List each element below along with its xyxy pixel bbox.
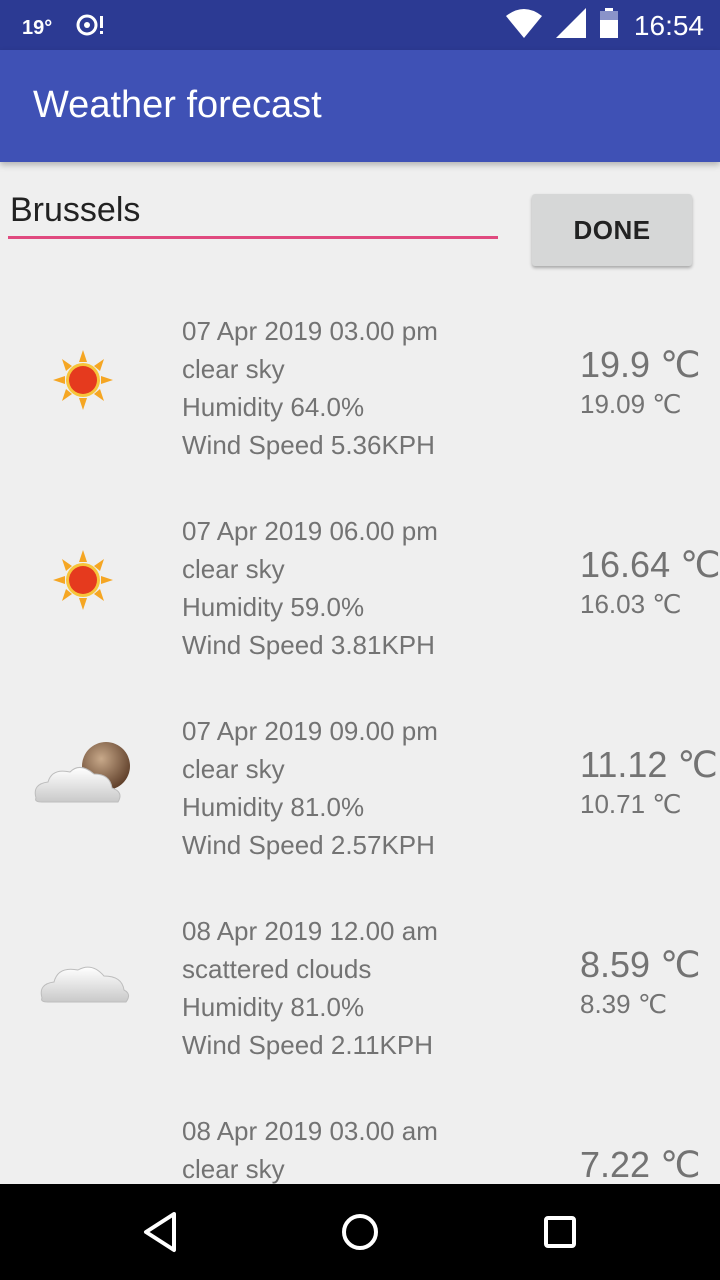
forecast-humidity: Humidity 64.0% <box>182 392 365 422</box>
forecast-description: clear sky <box>182 1154 285 1184</box>
forecast-details: 07 Apr 2019 09.00 pm clear sky Humidity … <box>182 712 438 864</box>
back-triangle-icon[interactable] <box>136 1208 184 1256</box>
forecast-description: scattered clouds <box>182 954 372 984</box>
forecast-datetime: 08 Apr 2019 03.00 am <box>182 1116 438 1146</box>
forecast-wind: Wind Speed 5.36KPH <box>182 430 435 460</box>
status-bar: 19° 16:54 <box>0 0 720 50</box>
recents-square-icon[interactable] <box>536 1208 584 1256</box>
wifi-icon <box>505 8 556 43</box>
forecast-temperature: 19.9 ℃ <box>580 344 701 385</box>
forecast-feels-like: 19.09 ℃ <box>580 389 682 419</box>
forecast-feels-like: 8.39 ℃ <box>580 989 668 1019</box>
app-bar: Weather forecast <box>0 50 720 162</box>
forecast-feels-like: 10.71 ℃ <box>580 789 682 819</box>
forecast-datetime: 07 Apr 2019 06.00 pm <box>182 516 438 546</box>
forecast-humidity: Humidity 81.0% <box>182 792 365 822</box>
clear-sky-day-icon <box>28 340 138 420</box>
forecast-item[interactable]: 07 Apr 2019 06.00 pm clear sky Humidity … <box>0 500 720 700</box>
forecast-temps: 7.22 ℃ <box>580 1142 701 1184</box>
forecast-humidity: Humidity 81.0% <box>182 992 365 1022</box>
forecast-datetime: 08 Apr 2019 12.00 am <box>182 916 438 946</box>
forecast-item[interactable]: 07 Apr 2019 03.00 pm clear sky Humidity … <box>0 300 720 500</box>
app-title: Weather forecast <box>33 84 322 126</box>
cell-signal-icon <box>555 8 600 43</box>
forecast-wind: Wind Speed 2.57KPH <box>182 830 435 860</box>
forecast-description: clear sky <box>182 754 285 784</box>
forecast-temperature: 16.64 ℃ <box>580 544 720 585</box>
forecast-item[interactable]: 08 Apr 2019 03.00 am clear sky 7.22 ℃ <box>0 1100 720 1184</box>
forecast-temps: 8.59 ℃ 8.39 ℃ <box>580 942 701 1020</box>
cloud-icon <box>28 940 138 1020</box>
forecast-wind: Wind Speed 2.11KPH <box>182 1030 433 1060</box>
status-left: 19° <box>22 12 106 44</box>
forecast-details: 07 Apr 2019 06.00 pm clear sky Humidity … <box>182 512 438 664</box>
forecast-datetime: 07 Apr 2019 09.00 pm <box>182 716 438 746</box>
clear-sky-day-icon <box>28 540 138 620</box>
forecast-wind: Wind Speed 3.81KPH <box>182 630 435 660</box>
forecast-feels-like: 16.03 ℃ <box>580 589 682 619</box>
cloud-moon-icon <box>28 740 138 820</box>
weather-alert-icon <box>76 12 106 44</box>
forecast-temperature: 7.22 ℃ <box>580 1144 701 1184</box>
home-circle-icon[interactable] <box>336 1208 384 1256</box>
forecast-temps: 11.12 ℃ 10.71 ℃ <box>580 742 718 820</box>
forecast-item[interactable]: 08 Apr 2019 12.00 am scattered clouds Hu… <box>0 900 720 1100</box>
forecast-temps: 19.9 ℃ 19.09 ℃ <box>580 342 701 420</box>
clear-sky-night-icon <box>28 1140 138 1184</box>
forecast-description: clear sky <box>182 354 285 384</box>
city-input[interactable] <box>8 184 498 239</box>
forecast-temperature: 11.12 ℃ <box>580 744 718 785</box>
done-button[interactable]: DONE <box>532 194 692 266</box>
forecast-details: 08 Apr 2019 03.00 am clear sky <box>182 1112 438 1184</box>
forecast-humidity: Humidity 59.0% <box>182 592 365 622</box>
battery-icon <box>599 8 632 43</box>
forecast-details: 08 Apr 2019 12.00 am scattered clouds Hu… <box>182 912 438 1064</box>
status-temperature: 19° <box>22 16 53 39</box>
forecast-item[interactable]: 07 Apr 2019 09.00 pm clear sky Humidity … <box>0 700 720 900</box>
status-right: 16:54 <box>505 8 704 43</box>
nav-bar <box>0 1184 720 1280</box>
forecast-details: 07 Apr 2019 03.00 pm clear sky Humidity … <box>182 312 438 464</box>
forecast-temperature: 8.59 ℃ <box>580 944 701 985</box>
forecast-datetime: 07 Apr 2019 03.00 pm <box>182 316 438 346</box>
status-time: 16:54 <box>633 9 704 41</box>
forecast-description: clear sky <box>182 554 285 584</box>
forecast-list[interactable]: 07 Apr 2019 03.00 pm clear sky Humidity … <box>0 300 720 1184</box>
forecast-temps: 16.64 ℃ 16.03 ℃ <box>580 542 720 620</box>
